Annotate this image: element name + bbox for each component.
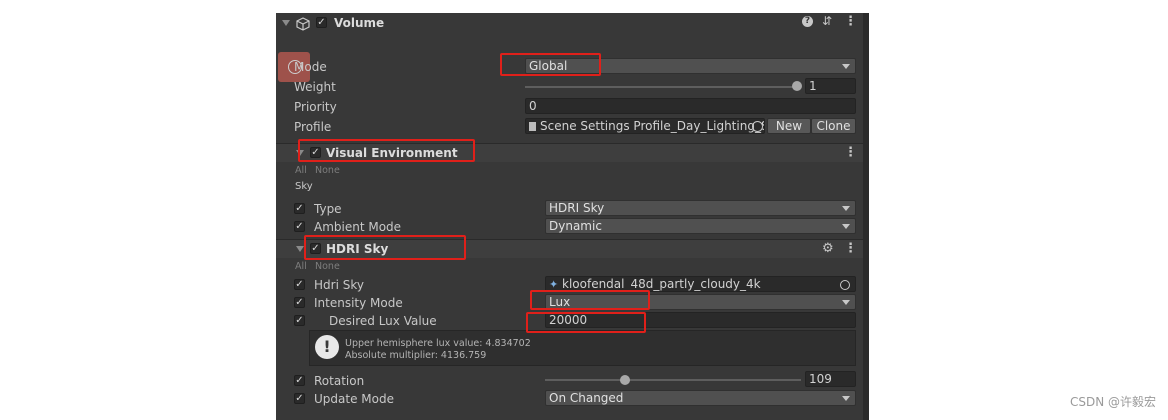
mode-label: Mode — [294, 60, 327, 74]
update-mode-value: On Changed — [549, 391, 624, 405]
collapse-arrow-icon[interactable] — [282, 20, 290, 26]
weight-label: Weight — [294, 80, 336, 94]
preset-icon[interactable]: ⇵ — [822, 15, 832, 27]
rotation-slider-handle[interactable] — [620, 375, 630, 385]
ambient-mode-label: Ambient Mode — [314, 220, 402, 234]
ambient-override-checkbox[interactable]: ✓ — [294, 221, 305, 232]
weight-slider-track[interactable] — [525, 86, 797, 88]
priority-label: Priority — [294, 100, 337, 114]
profile-asset-icon — [529, 122, 536, 131]
all-toggle[interactable]: All — [295, 260, 307, 274]
hdri-sky-value: kloofendal_48d_partly_cloudy_4k — [562, 277, 761, 291]
profile-label: Profile — [294, 120, 332, 134]
sky-section-label: Sky — [295, 181, 313, 192]
none-toggle[interactable]: None — [315, 260, 340, 274]
rotation-override-checkbox[interactable]: ✓ — [294, 375, 305, 386]
profile-value: Scene Settings Profile_Day_Lighting_S — [540, 119, 765, 133]
object-picker-icon[interactable] — [840, 280, 850, 290]
type-label: Type — [314, 202, 342, 216]
type-value: HDRI Sky — [549, 201, 605, 215]
desired-lux-label: Desired Lux Value — [329, 314, 437, 328]
update-mode-override-checkbox[interactable]: ✓ — [294, 393, 305, 404]
ambient-mode-dropdown[interactable]: Dynamic — [545, 218, 856, 234]
highlight-visual-environment — [298, 139, 475, 162]
priority-field[interactable]: 0 — [525, 98, 856, 114]
cube-icon — [296, 16, 310, 35]
hdri-override-checkbox[interactable]: ✓ — [294, 279, 305, 290]
rotation-slider-track[interactable] — [545, 379, 801, 381]
component-title: Volume — [334, 16, 385, 30]
type-dropdown[interactable]: HDRI Sky — [545, 200, 856, 216]
hdri-sky-menu-icon[interactable]: ⋮ — [844, 242, 857, 255]
update-mode-label: Update Mode — [314, 392, 394, 406]
intensity-mode-override-checkbox[interactable]: ✓ — [294, 297, 305, 308]
weight-slider-handle[interactable] — [792, 81, 802, 91]
update-mode-dropdown[interactable]: On Changed — [545, 390, 856, 406]
component-menu-icon[interactable]: ⋮ — [844, 15, 857, 28]
ambient-mode-value: Dynamic — [549, 219, 602, 233]
new-button[interactable]: New — [767, 118, 811, 134]
settings-gear-icon[interactable]: ⚙ — [822, 241, 834, 256]
scrollbar[interactable] — [863, 13, 869, 420]
type-override-checkbox[interactable]: ✓ — [294, 203, 305, 214]
highlight-mode-global — [500, 53, 601, 76]
hdri-sky-label: Hdri Sky — [314, 278, 364, 292]
info-box: ! Upper hemisphere lux value: 4.834702 A… — [309, 330, 856, 366]
highlight-lux-value — [526, 312, 646, 333]
intensity-mode-label: Intensity Mode — [314, 296, 403, 310]
visual-environment-menu-icon[interactable]: ⋮ — [844, 146, 857, 159]
component-enabled-checkbox[interactable]: ✓ — [316, 17, 327, 28]
info-line-2: Absolute multiplier: 4136.759 — [345, 350, 487, 361]
object-picker-icon[interactable] — [752, 121, 763, 132]
info-icon: ! — [315, 335, 339, 359]
none-toggle[interactable]: None — [315, 164, 340, 178]
rotation-field[interactable]: 109 — [805, 371, 856, 387]
expand-arrow-icon[interactable] — [296, 246, 304, 252]
help-icon[interactable]: ? — [802, 16, 813, 27]
highlight-intensity-lux — [530, 290, 650, 310]
lux-override-checkbox[interactable]: ✓ — [294, 315, 305, 326]
watermark: CSDN @许毅宏 — [1069, 395, 1156, 409]
highlight-hdri-sky — [304, 235, 466, 260]
profile-field[interactable]: Scene Settings Profile_Day_Lighting_S — [525, 118, 765, 134]
rotation-label: Rotation — [314, 374, 365, 388]
clone-button[interactable]: Clone — [811, 118, 856, 134]
weight-field[interactable]: 1 — [805, 78, 856, 94]
all-toggle[interactable]: All — [295, 164, 307, 178]
